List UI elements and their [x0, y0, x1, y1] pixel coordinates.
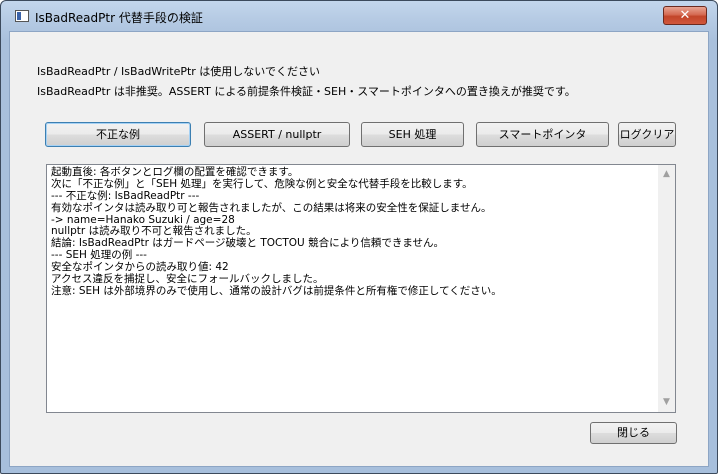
assert-nullptr-button[interactable]: ASSERT / nullptr [204, 122, 350, 147]
notice-deprecated-apis: IsBadReadPtr / IsBadWritePtr は使用しないでください [37, 65, 320, 78]
seh-button[interactable]: SEH 処理 [361, 122, 464, 147]
log-line: --- 不正な例: IsBadReadPtr --- [51, 189, 200, 202]
log-scrollbar[interactable]: ▲ ▼ [658, 165, 675, 412]
scroll-up-arrow-icon[interactable]: ▲ [658, 166, 675, 183]
dialog-window: IsBadReadPtr 代替手段の検証 ✕ IsBadReadPtr / Is… [0, 0, 718, 474]
clear-log-button[interactable]: ログクリア [618, 122, 676, 147]
scroll-down-arrow-icon[interactable]: ▼ [658, 394, 675, 411]
app-window-icon [15, 10, 29, 22]
bad-example-button[interactable]: 不正な例 [45, 122, 191, 147]
smart-pointer-button[interactable]: スマートポインタ [476, 122, 609, 147]
log-line: 注意: SEH は外部境界のみで使用し、通常の設計バグは前提条件と所有権で修正し… [51, 284, 502, 297]
log-textbox[interactable]: 起動直後: 各ボタンとログ欄の配置を確認できます。 次に「不正な例」と「SEH … [46, 164, 676, 413]
window-title: IsBadReadPtr 代替手段の検証 [35, 11, 203, 25]
title-bar[interactable]: IsBadReadPtr 代替手段の検証 ✕ [1, 1, 717, 31]
close-icon: ✕ [679, 8, 691, 23]
close-dialog-button[interactable]: 閉じる [590, 422, 677, 444]
notice-recommendation: IsBadReadPtr は非推奨。ASSERT による前提条件検証・SEH・ス… [37, 85, 576, 98]
log-line: 次に「不正な例」と「SEH 処理」を実行して、危険な例と安全な代替手段を比較しま… [51, 177, 473, 190]
log-line: 有効なポインタは読み取り可と報告されましたが、この結果は将来の安全性を保証しませ… [51, 201, 492, 214]
log-lines: 起動直後: 各ボタンとログ欄の配置を確認できます。 次に「不正な例」と「SEH … [51, 166, 656, 298]
window-close-button[interactable]: ✕ [663, 6, 707, 25]
